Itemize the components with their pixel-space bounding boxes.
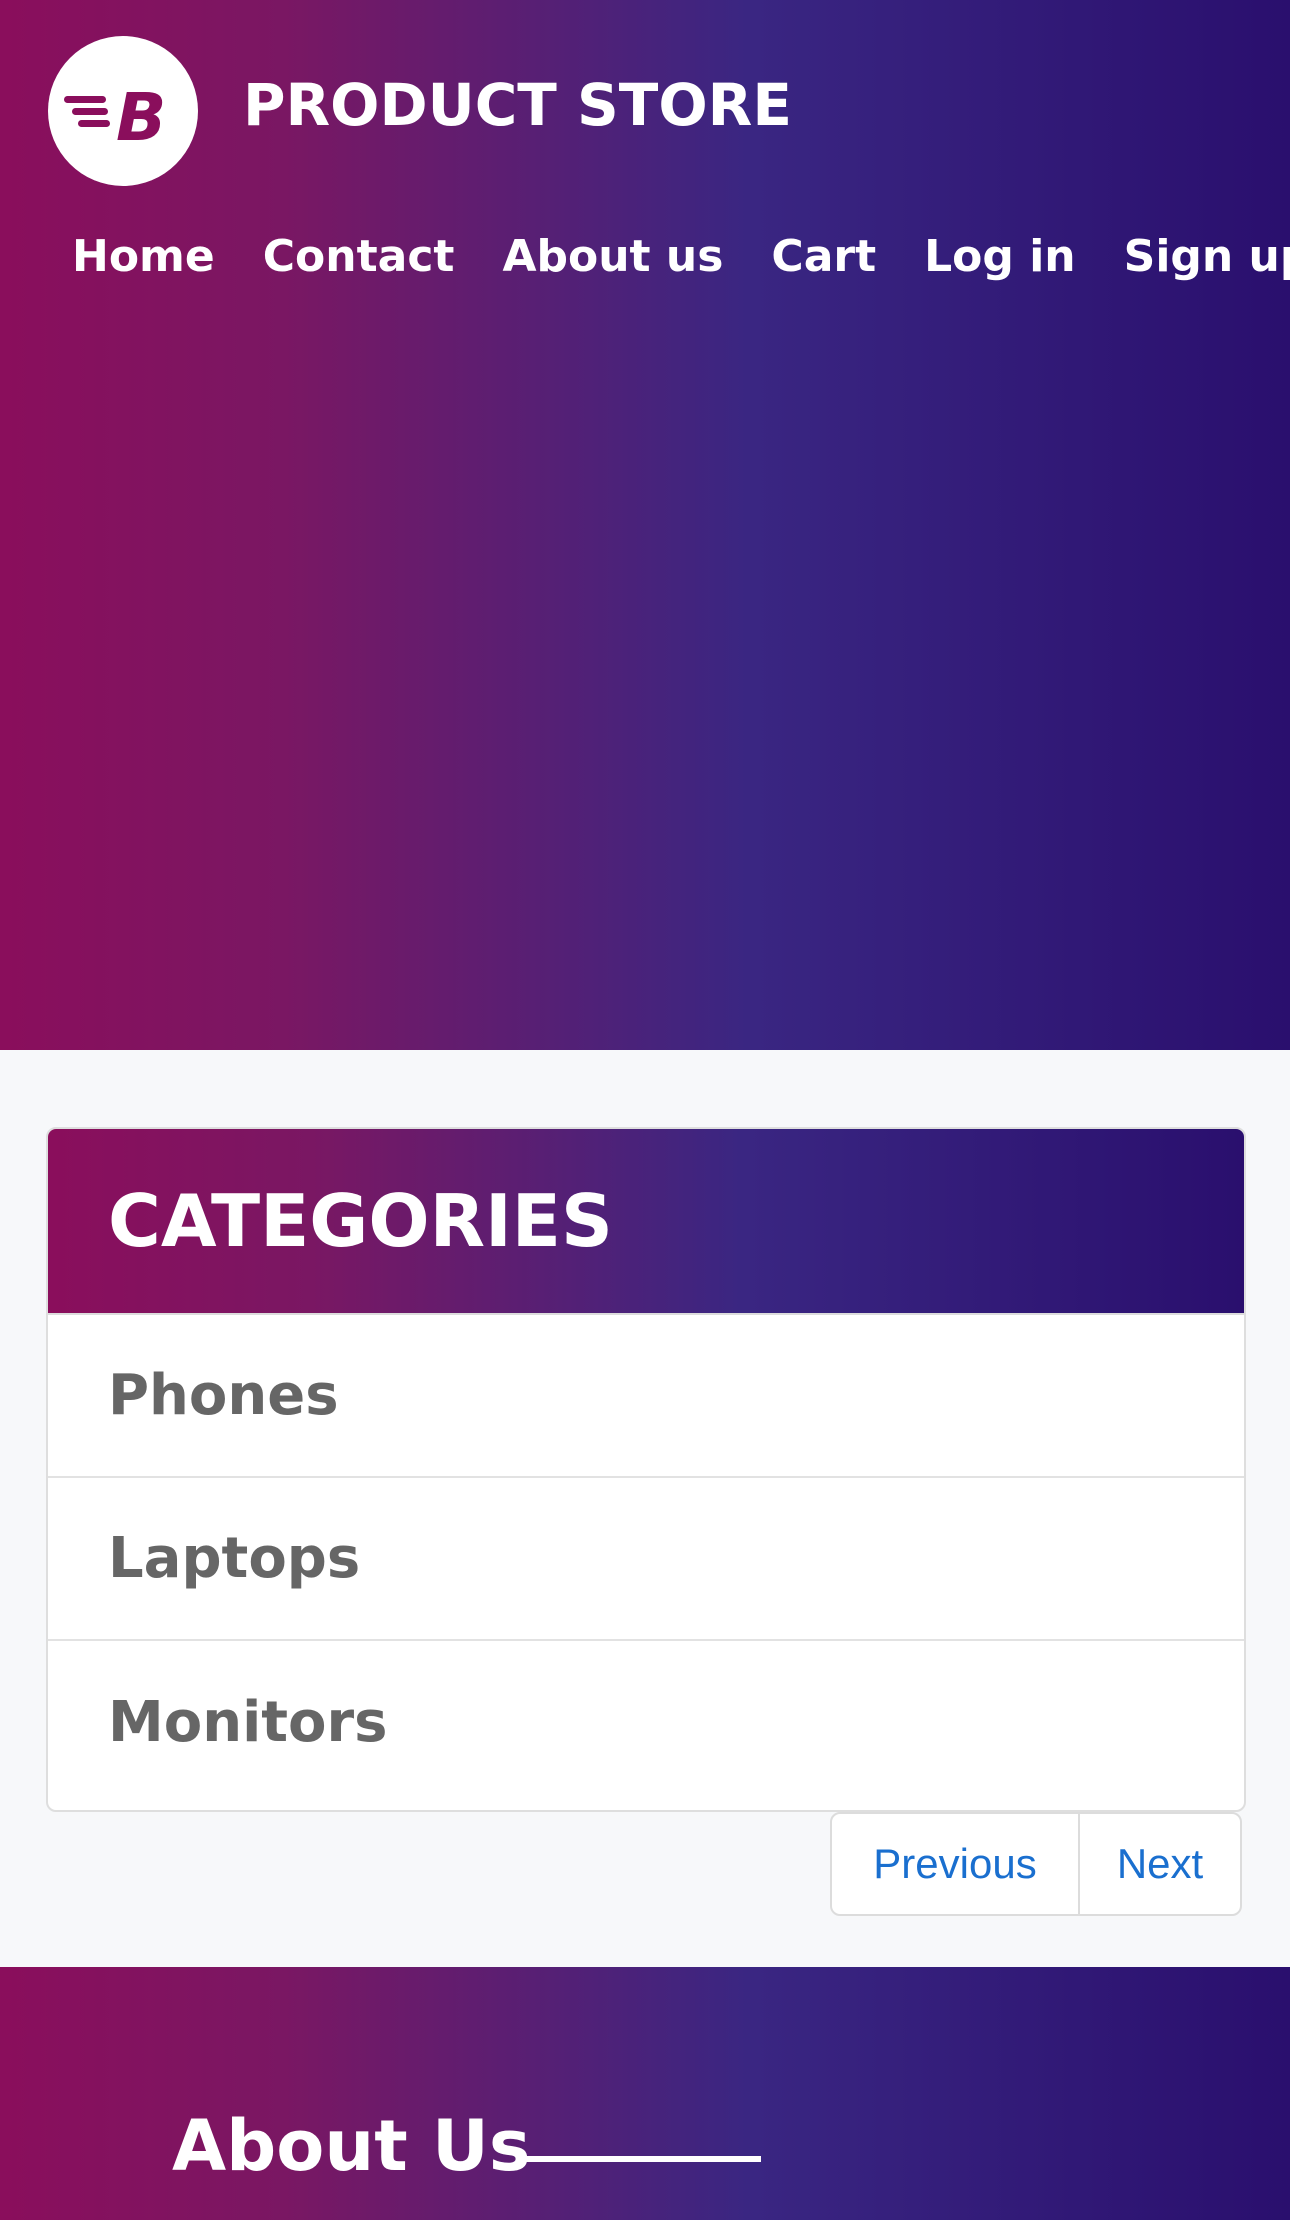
brand-b-logo-icon: B: [64, 79, 166, 156]
brand-logo[interactable]: B: [48, 36, 198, 186]
main-nav: Home Contact About us Cart Log in Sign u…: [72, 222, 1290, 292]
next-button[interactable]: Next: [1080, 1814, 1240, 1914]
categories-card: CATEGORIES Phones Laptops Monitors: [46, 1127, 1246, 1812]
categories-title: CATEGORIES: [108, 1179, 613, 1263]
about-us-heading: About Us: [172, 2105, 531, 2187]
nav-home[interactable]: Home: [72, 222, 215, 292]
site-header: B PRODUCT STORE Home Contact About us Ca…: [0, 0, 1290, 1050]
nav-contact[interactable]: Contact: [263, 222, 455, 292]
nav-log-in[interactable]: Log in: [924, 222, 1076, 292]
previous-button[interactable]: Previous: [832, 1814, 1080, 1914]
heading-underline: [518, 2156, 761, 2162]
categories-header[interactable]: CATEGORIES: [48, 1129, 1244, 1315]
svg-text:B: B: [116, 79, 166, 156]
category-phones[interactable]: Phones: [48, 1315, 1244, 1478]
pagination: Previous Next: [830, 1812, 1242, 1916]
nav-about-us[interactable]: About us: [502, 222, 723, 292]
nav-cart[interactable]: Cart: [771, 222, 876, 292]
brand-name[interactable]: PRODUCT STORE: [243, 70, 792, 140]
category-monitors[interactable]: Monitors: [48, 1641, 1244, 1804]
category-laptops[interactable]: Laptops: [48, 1478, 1244, 1641]
nav-sign-up[interactable]: Sign up: [1124, 222, 1290, 292]
